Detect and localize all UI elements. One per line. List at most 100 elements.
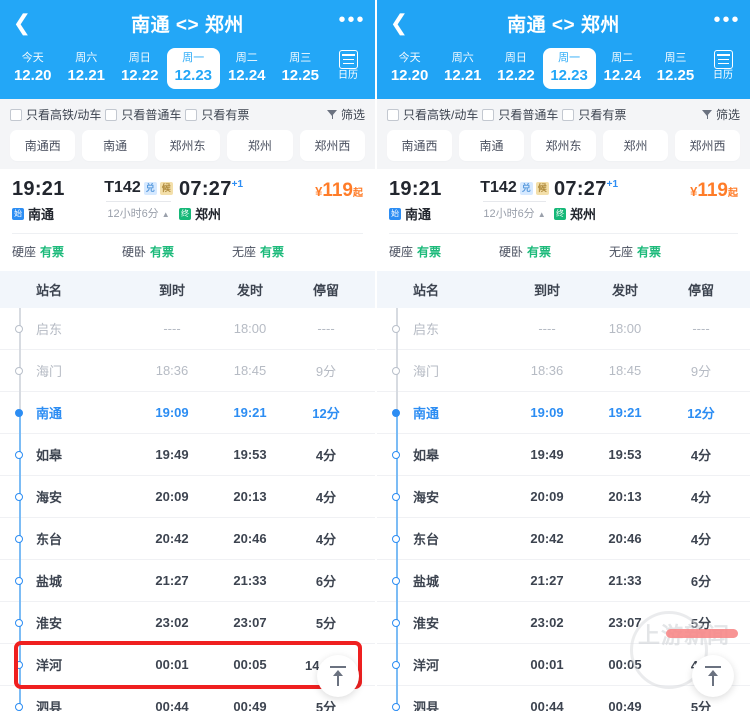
filter-checkbox-highspeed[interactable]: 只看高铁/动车 — [387, 106, 478, 123]
stop-row-淮安[interactable]: 淮安 23:02 23:07 5分 — [0, 602, 375, 644]
stop-name-cell: 启东 — [389, 319, 508, 338]
date-item-5[interactable]: 周三 12.25 — [649, 48, 702, 89]
arrival-station-line: 终 郑州 — [554, 204, 658, 223]
filter-checkbox-available[interactable]: 只看有票 — [562, 106, 626, 123]
checkbox-icon[interactable] — [10, 108, 22, 121]
date-number: 12.23 — [174, 67, 213, 84]
stop-dot-wrap — [12, 366, 26, 375]
stop-dot-icon — [15, 618, 23, 627]
stop-name-cell: 海安 — [389, 487, 508, 506]
seat-standing[interactable]: 无座 有票 — [609, 243, 719, 260]
stop-row-泗县[interactable]: 泗县 00:44 00:49 5分 — [0, 686, 375, 711]
train-card[interactable]: 19:21 始 南通 T142 兑 候 12小时6分 ▲ 07:27 +1 终 … — [0, 169, 375, 271]
filter-checkbox-available[interactable]: 只看有票 — [185, 106, 249, 123]
scroll-to-top-button-right[interactable] — [692, 655, 734, 697]
date-item-3-selected[interactable]: 周一 12.23 — [542, 48, 596, 89]
date-item-3-selected[interactable]: 周一 12.23 — [166, 48, 220, 89]
stop-row-淮安[interactable]: 淮安 23:02 23:07 5分 — [377, 602, 750, 644]
filter-checkbox-normal[interactable]: 只看普通车 — [482, 106, 558, 123]
stop-name: 如皋 — [413, 448, 440, 463]
station-chip-1[interactable]: 南通 — [459, 130, 524, 161]
stop-arrive-time: 21:27 — [155, 573, 189, 588]
station-chip-2[interactable]: 郑州东 — [154, 130, 221, 161]
stop-row-启东[interactable]: 启东 ---- 18:00 ---- — [377, 308, 750, 350]
train-card-right[interactable]: 19:21 始 南通 T142 兑 候 12小时6分 ▲ 07:27 +1 终 … — [377, 169, 750, 271]
stop-name: 淮安 — [413, 616, 440, 631]
stop-arrive-time: 23:02 — [530, 615, 564, 630]
station-chip-3[interactable]: 郑州 — [603, 130, 668, 161]
scroll-to-top-button[interactable] — [317, 655, 359, 697]
filter-sort-button[interactable]: 筛选 — [326, 106, 365, 123]
stop-dot-wrap — [12, 618, 26, 627]
stop-dot-icon — [15, 492, 23, 501]
stop-duration: 9分 — [315, 364, 337, 379]
seat-hardseat[interactable]: 硬座 有票 — [12, 243, 122, 260]
stop-row-南通[interactable]: 南通 19:09 19:21 12分 — [377, 392, 750, 434]
seat-hardsleeper[interactable]: 硬卧 有票 — [499, 243, 609, 260]
date-item-2[interactable]: 周日 12.22 — [489, 48, 542, 89]
stop-row-东台[interactable]: 东台 20:42 20:46 4分 — [377, 518, 750, 560]
stop-row-如皋[interactable]: 如皋 19:49 19:53 4分 — [0, 434, 375, 476]
date-item-2[interactable]: 周日 12.22 — [113, 48, 167, 89]
stop-dot-icon — [392, 576, 400, 585]
stop-row-盐城[interactable]: 盐城 21:27 21:33 6分 — [377, 560, 750, 602]
stop-duration: 5分 — [690, 616, 712, 631]
station-chip-3[interactable]: 郑州 — [227, 130, 293, 161]
back-icon[interactable]: ❮ — [0, 12, 44, 34]
stop-arrive-time: 18:36 — [530, 363, 564, 378]
date-item-0[interactable]: 今天 12.20 — [6, 48, 60, 89]
stop-row-如皋[interactable]: 如皋 19:49 19:53 4分 — [377, 434, 750, 476]
stop-row-海门[interactable]: 海门 18:36 18:45 9分 — [0, 350, 375, 392]
stop-row-东台[interactable]: 东台 20:42 20:46 4分 — [0, 518, 375, 560]
checkbox-icon[interactable] — [105, 108, 118, 121]
date-item-4[interactable]: 周二 12.24 — [596, 48, 649, 89]
more-dots-icon[interactable]: ••• — [329, 10, 375, 36]
station-chip-2[interactable]: 郑州东 — [531, 130, 596, 161]
seat-hardseat[interactable]: 硬座 有票 — [389, 243, 499, 260]
date-item-4[interactable]: 周二 12.24 — [220, 48, 274, 89]
stop-depart-time: 00:49 — [233, 699, 267, 711]
checkbox-icon[interactable] — [387, 108, 399, 121]
departure-time: 19:21 — [389, 178, 442, 200]
more-dots-icon[interactable]: ••• — [704, 10, 750, 36]
train-tag-waitlist: 候 — [535, 181, 549, 195]
stop-dot-wrap — [389, 576, 403, 585]
checkbox-icon[interactable] — [185, 108, 198, 121]
stop-row-海安[interactable]: 海安 20:09 20:13 4分 — [377, 476, 750, 518]
filter-sort-label: 筛选 — [340, 108, 365, 122]
stop-depart-time: 18:45 — [608, 363, 642, 378]
left-panel: ❮ 南通 <> 郑州 ••• 今天 12.20 周六 12.21 周日 12.2… — [0, 0, 375, 711]
checkbox-icon[interactable] — [562, 108, 575, 121]
stop-row-启东[interactable]: 启东 ---- 18:00 ---- — [0, 308, 375, 350]
filter-sort-button[interactable]: 筛选 — [701, 106, 740, 123]
stop-row-海安[interactable]: 海安 20:09 20:13 4分 — [0, 476, 375, 518]
station-chip-4[interactable]: 郑州西 — [299, 130, 366, 161]
date-item-0[interactable]: 今天 12.20 — [383, 48, 436, 89]
calendar-button[interactable]: 日历 — [327, 48, 369, 82]
station-chip-1[interactable]: 南通 — [82, 130, 148, 161]
stop-name: 南通 — [413, 406, 440, 421]
nav-bar-right: ❮ 南通 <> 郑州 ••• — [377, 0, 750, 46]
stop-row-盐城[interactable]: 盐城 21:27 21:33 6分 — [0, 560, 375, 602]
filter-checkbox-normal[interactable]: 只看普通车 — [105, 106, 181, 123]
date-dow: 周一 — [558, 52, 581, 64]
seat-standing[interactable]: 无座 有票 — [232, 243, 342, 260]
stop-duration: 4分 — [315, 532, 337, 547]
station-chip-0[interactable]: 南通西 — [10, 130, 76, 161]
seat-hardsleeper[interactable]: 硬卧 有票 — [122, 243, 232, 260]
date-item-5[interactable]: 周三 12.25 — [274, 48, 328, 89]
stop-dot-wrap — [389, 618, 403, 627]
filter-checkbox-highspeed[interactable]: 只看高铁/动车 — [10, 106, 101, 123]
station-chip-0[interactable]: 南通西 — [387, 130, 452, 161]
stop-row-海门[interactable]: 海门 18:36 18:45 9分 — [377, 350, 750, 392]
calendar-button[interactable]: 日历 — [702, 48, 744, 82]
checkbox-icon[interactable] — [482, 108, 495, 121]
stop-name: 淮安 — [36, 616, 63, 631]
stop-row-泗县[interactable]: 泗县 00:44 00:49 5分 — [377, 686, 750, 711]
filter-bar: 只看高铁/动车 只看普通车 只看有票 筛选 — [0, 99, 375, 130]
date-item-1[interactable]: 周六 12.21 — [60, 48, 114, 89]
station-chip-4[interactable]: 郑州西 — [675, 130, 740, 161]
stop-row-南通[interactable]: 南通 19:09 19:21 12分 — [0, 392, 375, 434]
date-item-1[interactable]: 周六 12.21 — [436, 48, 489, 89]
back-icon[interactable]: ❮ — [377, 12, 421, 34]
